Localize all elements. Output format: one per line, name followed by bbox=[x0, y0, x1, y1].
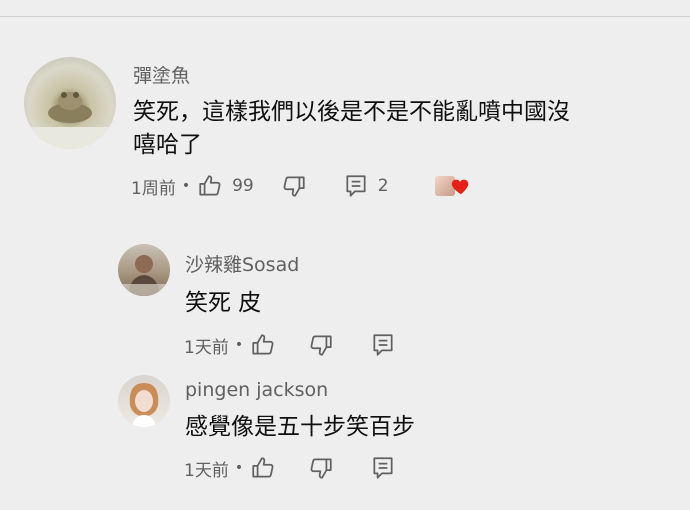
like-count: 99 bbox=[232, 176, 254, 196]
comment-actions: 1天前 • bbox=[184, 331, 397, 359]
separator-dot: • bbox=[234, 460, 244, 476]
comment-author[interactable]: 彈塗魚 bbox=[133, 65, 190, 87]
creator-heart bbox=[434, 174, 473, 198]
comment-author[interactable]: pingen jackson bbox=[185, 379, 328, 401]
thumb-down-icon[interactable] bbox=[307, 331, 335, 359]
comment-text: 笑死，這樣我們以後是不是不能亂噴中國沒 嘻哈了 bbox=[133, 96, 673, 162]
comment-text: 感覺像是五十步笑百步 bbox=[185, 414, 415, 440]
separator-dot: • bbox=[234, 337, 244, 353]
comment-time[interactable]: 1天前 bbox=[184, 456, 229, 481]
avatar[interactable] bbox=[118, 375, 170, 427]
comment-time[interactable]: 1周前 bbox=[131, 174, 176, 199]
avatar[interactable] bbox=[24, 57, 116, 149]
reply-icon[interactable] bbox=[369, 331, 397, 359]
frog-image bbox=[24, 92, 116, 149]
person-image bbox=[129, 383, 159, 427]
creator-heart-icon bbox=[451, 179, 468, 195]
reply-icon[interactable] bbox=[342, 172, 370, 200]
comment-author[interactable]: 沙辣雞Sosad bbox=[185, 254, 299, 276]
reply-icon[interactable] bbox=[369, 454, 397, 482]
comment-actions: 1周前 • 99 2 bbox=[131, 172, 473, 200]
thumb-down-icon[interactable] bbox=[307, 454, 335, 482]
separator-dot: • bbox=[181, 178, 191, 194]
thumb-up-icon[interactable] bbox=[249, 331, 277, 359]
comment-actions: 1天前 • bbox=[184, 454, 397, 482]
comment-text-line: 笑死，這樣我們以後是不是不能亂噴中國沒 bbox=[133, 99, 570, 125]
comment-text-line: 嘻哈了 bbox=[133, 132, 202, 158]
thumb-up-icon[interactable] bbox=[196, 172, 224, 200]
reply-count[interactable]: 2 bbox=[378, 176, 389, 196]
top-divider bbox=[0, 16, 690, 17]
comment-text: 笑死 皮 bbox=[185, 290, 262, 316]
thumb-up-icon[interactable] bbox=[249, 454, 277, 482]
avatar[interactable] bbox=[118, 244, 170, 296]
person-image bbox=[118, 255, 170, 296]
comment-time[interactable]: 1天前 bbox=[184, 333, 229, 358]
thumb-down-icon[interactable] bbox=[280, 172, 308, 200]
